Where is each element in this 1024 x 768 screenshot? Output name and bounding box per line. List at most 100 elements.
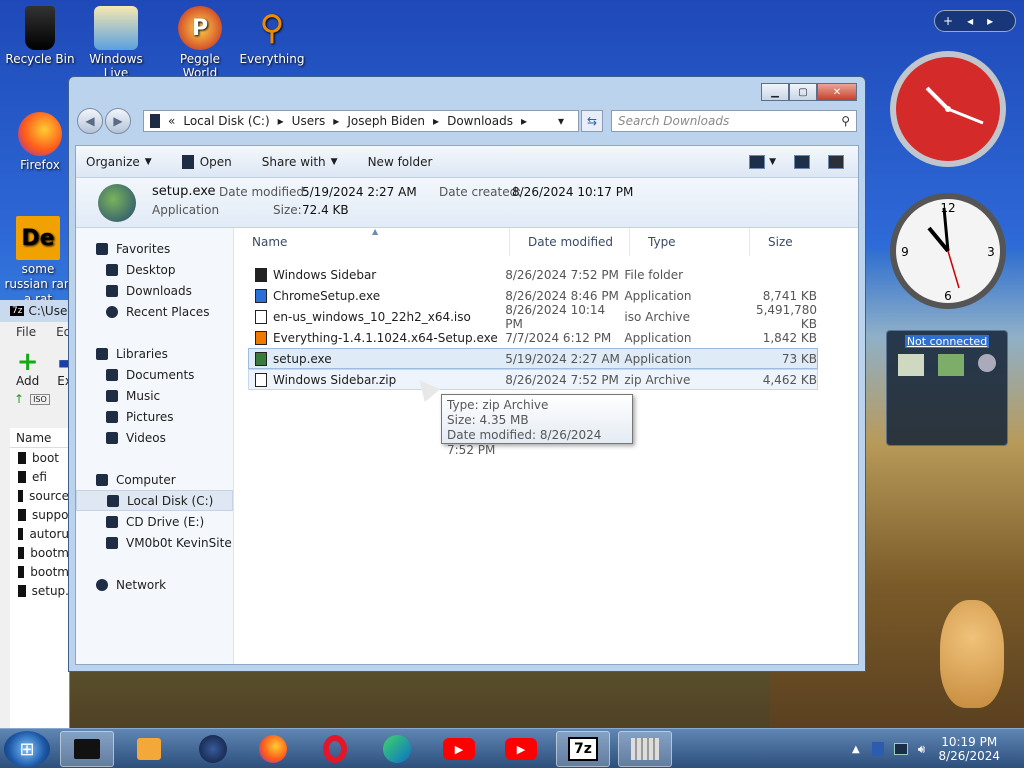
clock-gadget-red[interactable] (887, 48, 1009, 170)
column-header-type[interactable]: Type (630, 228, 750, 256)
zip-list-item[interactable]: autoru (10, 524, 69, 543)
prev-icon[interactable]: ◂ (967, 14, 973, 28)
forward-button[interactable]: ▶ (105, 108, 131, 134)
chevron-down-icon[interactable]: ▾ (558, 114, 564, 128)
taskbar-edge[interactable] (370, 731, 424, 767)
menu-file[interactable]: File (16, 325, 36, 339)
nav-network[interactable]: Network (76, 574, 233, 595)
search-input[interactable]: Search Downloads ⚲ (611, 110, 857, 132)
nav-network-share[interactable]: VM0b0t KevinSite (76, 532, 233, 553)
nav-music[interactable]: Music (76, 385, 233, 406)
close-button[interactable]: ✕ (817, 83, 857, 101)
nav-cd-drive[interactable]: CD Drive (E:) (76, 511, 233, 532)
column-header-size[interactable]: Size (750, 228, 830, 256)
next-icon[interactable]: ▸ (987, 14, 993, 28)
column-header-name[interactable]: Name ▲ (234, 227, 510, 256)
breadcrumb-local-disk[interactable]: Local Disk (C:) (183, 114, 269, 128)
taskbar-media-player[interactable] (122, 731, 176, 767)
nav-pictures[interactable]: Pictures (76, 406, 233, 427)
show-hidden-icons[interactable]: ▲ (852, 744, 860, 755)
search-icon[interactable]: ⚲ (841, 114, 850, 128)
breadcrumb-downloads[interactable]: Downloads (447, 114, 513, 128)
nav-videos[interactable]: Videos (76, 427, 233, 448)
chevron-right-icon[interactable]: ▸ (521, 114, 527, 128)
nav-downloads[interactable]: Downloads (76, 280, 233, 301)
zip-list-item[interactable]: bootm (10, 562, 69, 581)
share-with-button[interactable]: Share with ▼ (262, 155, 338, 169)
sort-ascending-icon: ▲ (372, 227, 379, 236)
address-bar[interactable]: « Local Disk (C:) ▸ Users ▸ Joseph Biden ▸ … (143, 110, 579, 132)
seven-zip-pathbar: ↑ ISO (0, 388, 69, 410)
recent-places-icon (106, 305, 118, 318)
chevron-right-icon[interactable]: ▸ (278, 114, 284, 128)
file-row[interactable]: en-us_windows_10_22h2_x64.iso 8/26/2024 1… (248, 303, 818, 331)
taskbar-explorer[interactable] (60, 731, 114, 767)
maximize-button[interactable]: ▢ (789, 83, 817, 101)
seven-zip-window[interactable]: 7zC:\Use File Edit + Add ▬ Ext ↑ ISO Nam… (0, 300, 70, 730)
zip-list-item[interactable]: boot (10, 448, 69, 467)
help-button[interactable] (828, 154, 844, 169)
volume-icon[interactable]: 🔊︎ (918, 742, 926, 757)
refresh-button[interactable]: ⇆ (581, 110, 603, 132)
breadcrumb-user[interactable]: Joseph Biden (347, 114, 425, 128)
nav-local-disk[interactable]: Local Disk (C:) (76, 490, 233, 511)
file-row[interactable]: Everything-1.4.1.1024.x64-Setup.exe 7/7/2… (248, 327, 818, 348)
desktop-icon-peggle[interactable]: P Peggle World (162, 6, 238, 80)
organize-button[interactable]: Organize ▼ (86, 155, 152, 169)
new-folder-button[interactable]: New folder (368, 155, 433, 169)
column-header-date[interactable]: Date modified (510, 228, 630, 256)
nav-desktop[interactable]: Desktop (76, 259, 233, 280)
desktop-icon-recycle-bin[interactable]: Recycle Bin (2, 6, 78, 66)
clock-gadget-white[interactable]: 12 3 6 9 (887, 190, 1009, 312)
explorer-window[interactable]: ▁ ▢ ✕ ◀ ▶ « Local Disk (C:) ▸ Users ▸ Jose… (68, 76, 866, 672)
back-button[interactable]: ◀ (77, 108, 103, 134)
nav-computer[interactable]: Computer (76, 469, 233, 490)
chevron-right-icon[interactable]: ▸ (333, 114, 339, 128)
minimize-button[interactable]: ▁ (761, 83, 789, 101)
column-header-name[interactable]: Name (10, 428, 69, 448)
add-button[interactable]: + Add (16, 349, 39, 388)
zip-list-item[interactable]: setup. (10, 581, 69, 600)
taskbar-sidebar-app[interactable] (618, 731, 672, 767)
preview-pane-button[interactable] (794, 154, 810, 169)
nav-libraries[interactable]: Libraries (76, 343, 233, 364)
nav-recent-places[interactable]: Recent Places (76, 301, 233, 322)
add-gadget-icon[interactable]: + (943, 14, 953, 28)
taskbar-globe[interactable] (186, 731, 240, 767)
desktop-icon-firefox[interactable]: Firefox (2, 112, 78, 172)
svg-text:6: 6 (944, 289, 952, 303)
sidebar-gadget-controls[interactable]: + ◂ ▸ (934, 10, 1016, 32)
desktop-icon-windows-live[interactable]: Windows Live (78, 6, 154, 80)
zip-list-item[interactable]: efi (10, 467, 69, 486)
open-button[interactable]: Open (181, 154, 232, 169)
taskbar-7zip[interactable]: 7z (556, 731, 610, 767)
taskbar-clock[interactable]: 10:19 PM 8/26/2024 (938, 735, 1000, 763)
network-status-label: Not connected (905, 335, 989, 348)
flag-icon[interactable] (871, 742, 884, 756)
taskbar-youtube-2[interactable]: ▶ (494, 731, 548, 767)
file-row[interactable]: Windows Sidebar.zip 8/26/2024 7:52 PM zip … (248, 369, 818, 390)
nav-favorites[interactable]: Favorites (76, 238, 233, 259)
de-app-icon: De (16, 216, 60, 260)
file-row[interactable]: Windows Sidebar 8/26/2024 7:52 PM File fol… (248, 264, 818, 285)
start-button[interactable]: ⊞ (4, 731, 50, 767)
zip-list-item[interactable]: suppo (10, 505, 69, 524)
nav-documents[interactable]: Documents (76, 364, 233, 385)
network-meter-gadget[interactable]: Not connected (886, 330, 1008, 446)
breadcrumb-overflow[interactable]: « (168, 114, 175, 128)
taskbar-firefox[interactable] (246, 731, 300, 767)
taskbar-youtube-1[interactable]: ▶ (432, 731, 486, 767)
view-options-button[interactable]: ▼ (749, 154, 776, 169)
seven-zip-file-list[interactable]: Name boot efi source suppo autoru bootm bootm s… (10, 428, 69, 730)
chevron-right-icon[interactable]: ▸ (433, 114, 439, 128)
navigation-pane[interactable]: Favorites Desktop Downloads Recent Place… (76, 228, 234, 664)
desktop-icon-everything[interactable]: ⚲ Everything (234, 6, 310, 66)
desktop-icon-de-app[interactable]: De some russian ran a rat (0, 216, 76, 307)
taskbar-opera[interactable] (308, 731, 362, 767)
monitor-icon[interactable] (893, 743, 908, 755)
zip-list-item[interactable]: source (10, 486, 69, 505)
up-folder-icon[interactable]: ↑ (14, 392, 24, 406)
breadcrumb-users[interactable]: Users (292, 114, 326, 128)
file-row[interactable]: setup.exe 5/19/2024 2:27 AM Application 73 … (248, 348, 818, 369)
zip-list-item[interactable]: bootm (10, 543, 69, 562)
